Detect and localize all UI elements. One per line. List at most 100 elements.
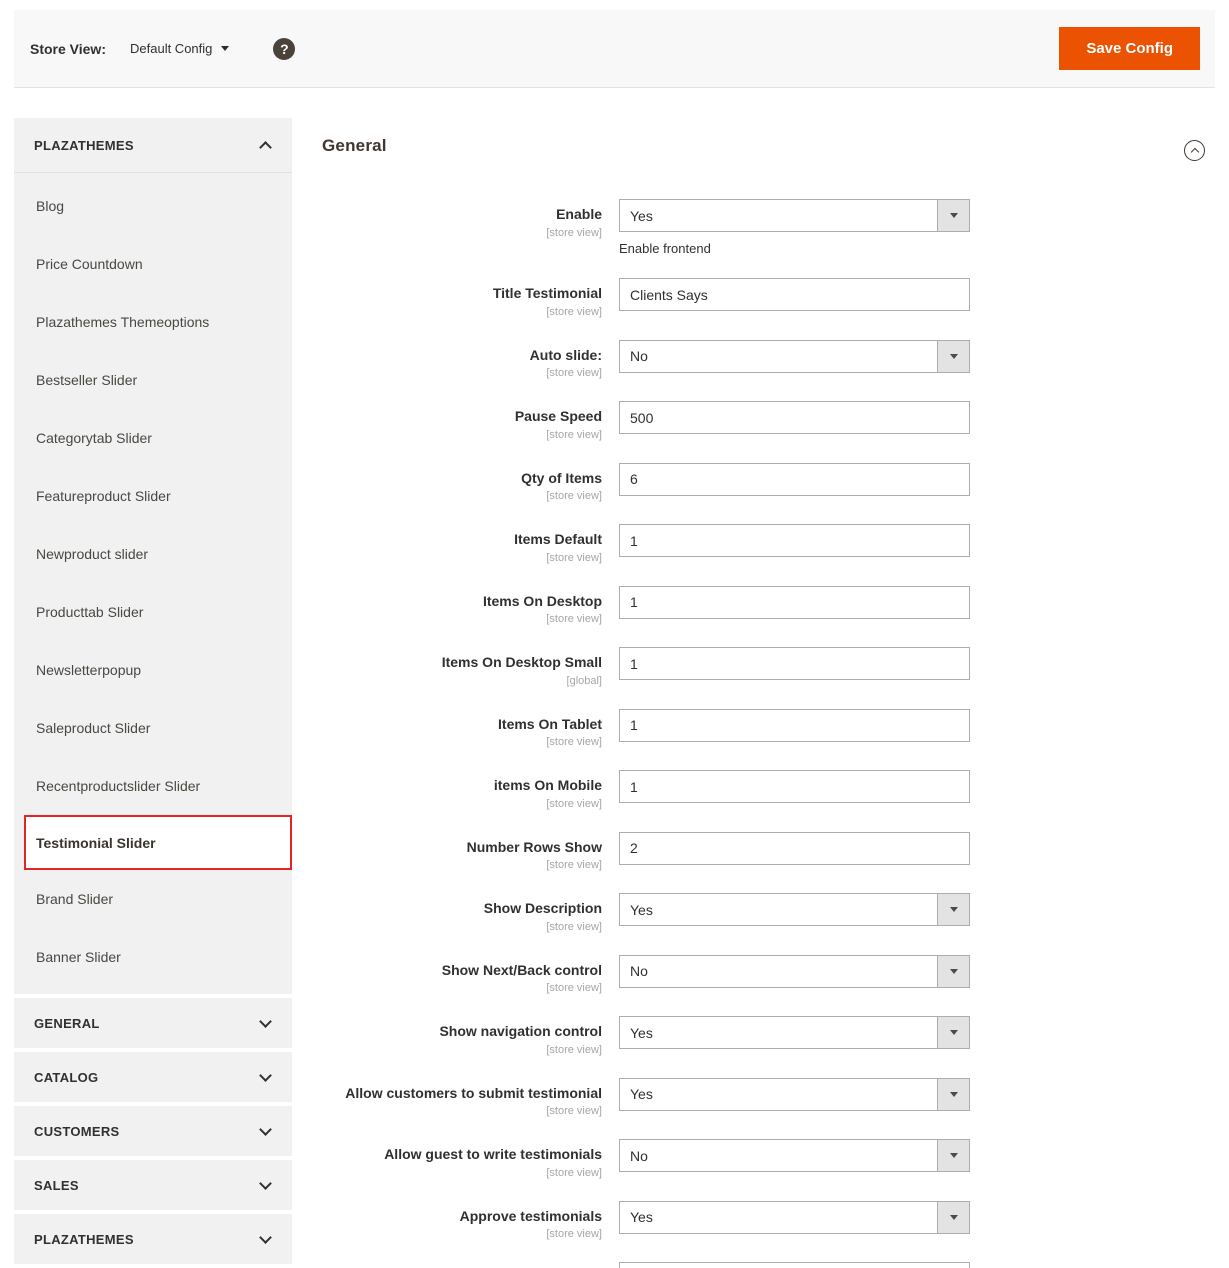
sidebar-item[interactable]: Producttab Slider [14,583,292,641]
dropdown-arrow-button[interactable] [937,1140,969,1171]
field-label-column: Show navigation control [store view] [322,1016,602,1056]
dropdown-arrow-button[interactable] [937,956,969,987]
sidebar-item[interactable]: Blog [14,177,292,235]
help-icon[interactable]: ? [273,38,295,60]
field-scope-label: [store view] [322,1167,602,1179]
sidebar-item[interactable]: Newsletterpopup [14,641,292,699]
config-field-row: Approve testimonials [store view] Yes [322,1201,1229,1241]
field-label-column: Show Description [store view] [322,893,602,933]
sidebar-section-collapsed[interactable]: GENERAL [14,998,292,1048]
field-control-column: Yes [619,1016,970,1056]
sidebar-section-collapsed[interactable]: SALES [14,1160,292,1210]
sidebar-item[interactable]: Recentproductslider Slider [14,757,292,815]
select-dropdown[interactable]: Yes [619,893,970,926]
text-input[interactable] [619,401,970,434]
field-control-column [619,401,970,441]
text-input[interactable] [619,709,970,742]
field-scope-label: [store view] [322,227,602,239]
select-dropdown[interactable]: Yes [619,1078,970,1111]
field-label: Auto slide: [322,347,602,365]
sidebar-item[interactable]: Featureproduct Slider [14,467,292,525]
field-label-column: Items On Tablet [store view] [322,709,602,749]
config-field-row: Enable [store view] Yes Enable frontend [322,199,1229,256]
chevron-down-icon [259,1177,272,1190]
dropdown-arrow-icon [950,354,958,359]
sidebar-item-active[interactable]: Testimonial Slider [24,815,292,870]
text-input[interactable] [619,832,970,865]
config-sidebar: PLAZATHEMES Blog Price Countdown Plazath… [14,118,292,1264]
dropdown-arrow-button[interactable] [937,1017,969,1048]
sidebar-section-title: GENERAL [34,1016,100,1031]
sidebar-item[interactable]: Plazathemes Themeoptions [14,293,292,351]
select-dropdown[interactable]: Yes [619,199,970,232]
select-dropdown[interactable]: No [619,340,970,373]
field-scope-label: [store view] [322,306,602,318]
config-field-row: Qty of Items [store view] [322,463,1229,503]
sidebar-item-label: Blog [36,198,64,214]
text-input[interactable] [619,463,970,496]
text-input[interactable] [619,1262,970,1268]
field-scope-label: [store view] [322,613,602,625]
select-value: Yes [620,208,653,224]
page-toolbar: Store View: Default Config ? Save Config [14,10,1215,88]
sidebar-item[interactable]: Banner Slider [14,928,292,986]
text-input[interactable] [619,278,970,311]
config-field-row: Pause Speed [store view] [322,401,1229,441]
field-control-column: Yes [619,1201,970,1241]
config-field-row: Testimonials Per Page [global] [322,1262,1229,1268]
sidebar-item[interactable]: Bestseller Slider [14,351,292,409]
sidebar-item[interactable]: Brand Slider [14,870,292,928]
field-control-column: No [619,340,970,380]
field-label: Items Default [322,531,602,549]
sidebar-item-label: Plazathemes Themeoptions [36,314,209,330]
sidebar-item-label: Banner Slider [36,949,121,965]
dropdown-arrow-button[interactable] [937,1079,969,1110]
config-field-row: Items On Desktop [store view] [322,586,1229,626]
sidebar-item[interactable]: Saleproduct Slider [14,699,292,757]
sidebar-section-collapsed[interactable]: PLAZATHEMES [14,1214,292,1264]
field-note: Enable frontend [619,241,970,256]
section-header: General [322,136,1229,156]
sidebar-section-collapsed[interactable]: CATALOG [14,1052,292,1102]
sidebar-section-collapsed[interactable]: CUSTOMERS [14,1106,292,1156]
select-dropdown[interactable]: No [619,1139,970,1172]
config-field-row: Items On Desktop Small [global] [322,647,1229,687]
dropdown-arrow-button[interactable] [937,1202,969,1233]
field-scope-label: [store view] [322,490,602,502]
select-dropdown[interactable]: Yes [619,1201,970,1234]
dropdown-arrow-icon [950,1030,958,1035]
save-config-button[interactable]: Save Config [1059,27,1200,70]
dropdown-arrow-button[interactable] [937,200,969,231]
field-control-column: No [619,1139,970,1179]
dropdown-arrow-icon [950,969,958,974]
field-scope-label: [store view] [322,1044,602,1056]
text-input[interactable] [619,524,970,557]
field-scope-label: [store view] [322,552,602,564]
field-control-column [619,278,970,318]
select-dropdown[interactable]: No [619,955,970,988]
sidebar-item[interactable]: Newproduct slider [14,525,292,583]
sidebar-collapsed-sections: GENERAL CATALOG CUSTOMERS SALES PLAZATHE… [14,998,292,1264]
dropdown-arrow-button[interactable] [937,341,969,372]
sidebar-item-label: Categorytab Slider [36,430,152,446]
field-control-column [619,1262,970,1268]
field-control-column: Yes [619,893,970,933]
text-input[interactable] [619,770,970,803]
store-view-value: Default Config [130,41,212,56]
sidebar-section-plazathemes-expanded[interactable]: PLAZATHEMES [14,118,292,173]
config-field-row: Show Next/Back control [store view] No [322,955,1229,995]
text-input[interactable] [619,647,970,680]
collapse-section-button[interactable] [1184,140,1205,161]
chevron-down-icon [259,1231,272,1244]
sidebar-item[interactable]: Categorytab Slider [14,409,292,467]
field-label: Allow customers to submit testimonial [322,1085,602,1103]
field-control-column [619,709,970,749]
sidebar-item-label: Producttab Slider [36,604,143,620]
dropdown-arrow-button[interactable] [937,894,969,925]
field-label-column: Approve testimonials [store view] [322,1201,602,1241]
sidebar-item[interactable]: Price Countdown [14,235,292,293]
text-input[interactable] [619,586,970,619]
select-dropdown[interactable]: Yes [619,1016,970,1049]
store-view-switcher[interactable]: Default Config [130,41,229,56]
sidebar-item-label: Brand Slider [36,891,113,907]
